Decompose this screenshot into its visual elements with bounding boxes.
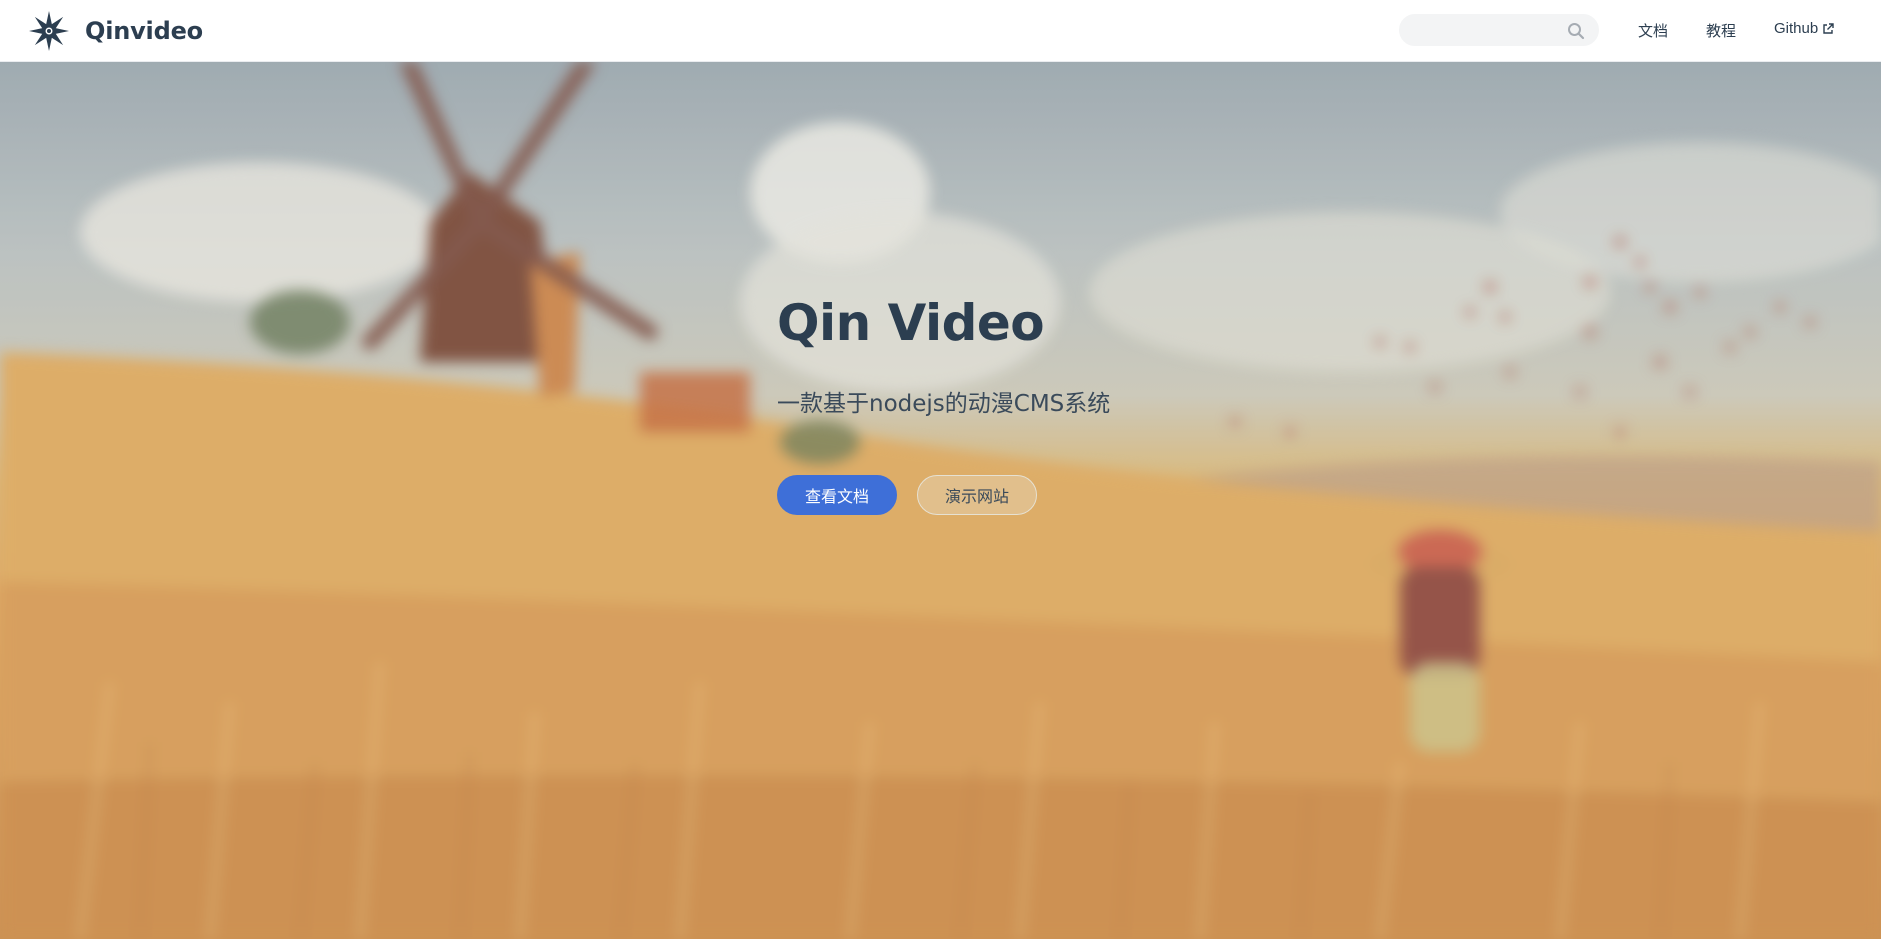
- external-link-icon: [1823, 22, 1834, 34]
- hero-description: 一款基于nodejs的动漫CMS系统: [777, 391, 1111, 417]
- demo-site-button[interactable]: 演示网站: [917, 475, 1037, 515]
- brand-name: Qinvideo: [85, 17, 203, 45]
- page: Qinvideo 文档 教程 Github Qin Video 一款基于node…: [0, 0, 1881, 939]
- nav-link-github-label: Github: [1774, 20, 1819, 37]
- search-icon[interactable]: [1566, 21, 1586, 41]
- search-box: [1399, 14, 1599, 46]
- star-logo-icon: [29, 11, 69, 51]
- home-link[interactable]: Qinvideo: [28, 10, 203, 52]
- nav-link-tutorial[interactable]: 教程: [1706, 20, 1736, 41]
- hero-title: Qin Video: [777, 294, 1045, 352]
- nav-link-github[interactable]: Github: [1774, 20, 1834, 37]
- nav-link-docs[interactable]: 文档: [1638, 20, 1668, 41]
- search-input[interactable]: [1400, 15, 1560, 45]
- navbar: Qinvideo 文档 教程 Github: [0, 0, 1881, 62]
- view-docs-button[interactable]: 查看文档: [777, 475, 897, 515]
- hero-section: Qin Video 一款基于nodejs的动漫CMS系统 查看文档 演示网站: [0, 62, 1881, 939]
